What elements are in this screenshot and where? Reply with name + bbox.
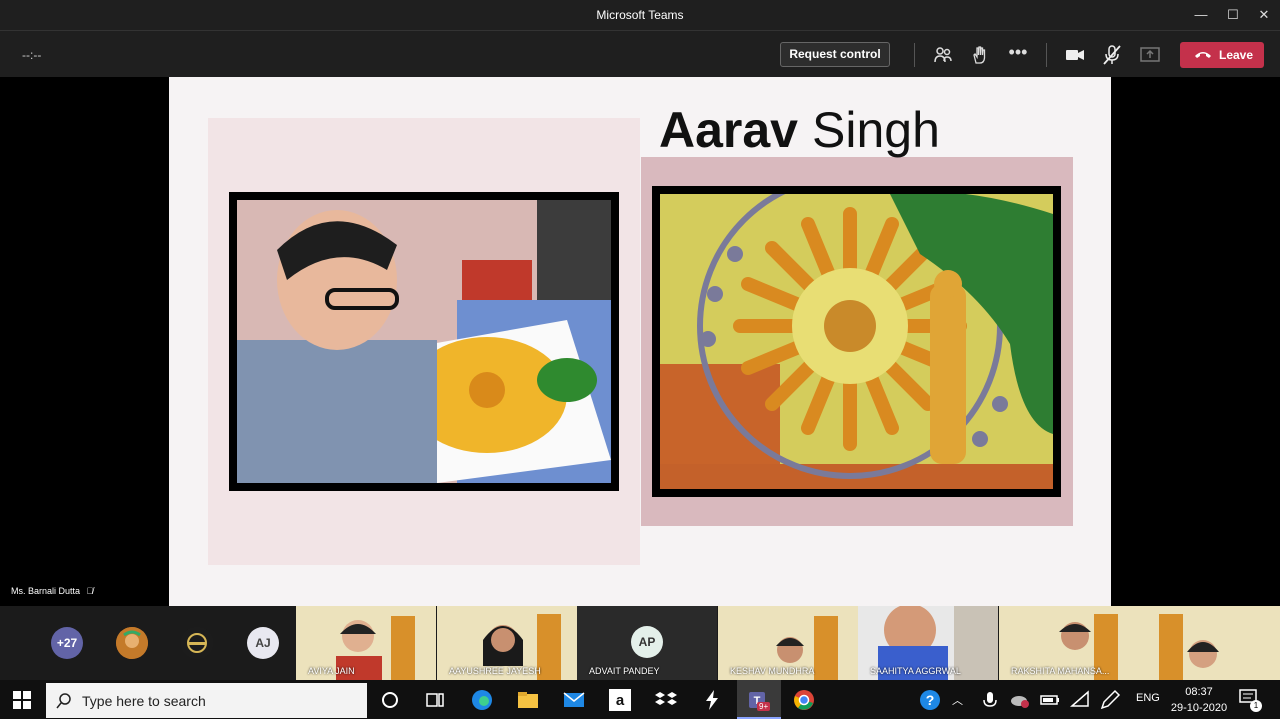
presenter-name: Ms. Barnali Dutta <box>11 586 81 596</box>
participant-name: AAYUSHREE JAYESH <box>449 666 541 676</box>
file-explorer-icon[interactable] <box>516 688 540 712</box>
search-icon <box>56 693 71 709</box>
search-placeholder: Type here to search <box>82 693 206 709</box>
window-title: Microsoft Teams <box>596 8 684 22</box>
task-view-icon[interactable] <box>423 688 447 712</box>
divider <box>1046 43 1047 67</box>
participant-avatar-photo[interactable] <box>181 627 213 659</box>
logo-avatar-image <box>181 627 213 659</box>
request-control-button[interactable]: Request control <box>780 42 890 67</box>
mic-muted-icon: 🎙̸ <box>86 586 94 596</box>
share-screen-icon[interactable] <box>1138 43 1162 67</box>
teams-notification-badge: 9+ <box>757 702 771 711</box>
leave-label: Leave <box>1219 48 1254 62</box>
participant-avatar-initials: AP <box>631 626 663 658</box>
divider <box>914 43 915 67</box>
presenter-label: Ms. Barnali Dutta 🎙̸ <box>11 586 93 596</box>
participant-name: ADVAIT PANDEY <box>589 666 660 676</box>
clock-date: 29-10-2020 <box>1170 702 1228 714</box>
help-icon[interactable]: ? <box>918 688 942 712</box>
taskbar-search-box[interactable]: Type here to search <box>46 683 367 718</box>
maximize-icon[interactable]: ☐ <box>1221 4 1245 26</box>
participants-icon[interactable] <box>931 43 955 67</box>
participant-avatar-photo[interactable] <box>116 627 148 659</box>
microphone-icon[interactable] <box>978 688 1002 712</box>
student-photo <box>229 192 619 491</box>
ashoka-chakra-painting-image <box>660 173 1053 489</box>
participant-video-tile[interactable]: AVIYA JAIN <box>296 606 436 680</box>
close-icon[interactable]: ✕ <box>1252 4 1276 26</box>
edge-browser-icon[interactable] <box>470 688 494 712</box>
meeting-timer: --:-- <box>22 48 42 62</box>
participant-video-tile[interactable]: RAKSHITA MAHANSA... <box>999 606 1280 680</box>
microphone-muted-icon[interactable] <box>1100 43 1124 67</box>
more-options-icon[interactable]: ••• <box>1006 43 1030 67</box>
wifi-icon[interactable] <box>1068 688 1092 712</box>
participant-avatar-initials[interactable]: AJ <box>247 627 279 659</box>
battery-icon[interactable] <box>1038 688 1062 712</box>
taskbar-clock[interactable]: 08:37 29-10-2020 <box>1168 684 1230 716</box>
participant-strip: +27 AJ AVIYA JAIN AAYUSHREE JAYESH AP AD… <box>0 606 1280 680</box>
student-first-name: Aarav <box>659 102 798 158</box>
slide-title: Aarav Singh <box>659 101 940 159</box>
participant-video-tile[interactable]: KESHAV MUNDHRA <box>718 606 858 680</box>
windows-taskbar: Type here to search a T 9+ ? ︿ ENG 08:37… <box>0 680 1280 719</box>
raise-hand-icon[interactable] <box>968 43 992 67</box>
chrome-icon[interactable] <box>792 688 816 712</box>
pen-icon[interactable] <box>1098 688 1122 712</box>
participant-video-tile[interactable]: SAAHITYA AGGRWAL <box>858 606 998 680</box>
action-center-button[interactable]: 1 <box>1238 688 1262 712</box>
participant-video-tile[interactable]: AAYUSHREE JAYESH <box>437 606 577 680</box>
amazon-icon[interactable]: a <box>608 688 632 712</box>
more-participants-badge[interactable]: +27 <box>51 627 83 659</box>
notification-count-badge: 1 <box>1250 700 1262 712</box>
participant-video-tile[interactable]: AP ADVAIT PANDEY <box>577 606 717 680</box>
app-icon[interactable] <box>700 688 724 712</box>
leave-button[interactable]: Leave <box>1180 42 1264 68</box>
meeting-toolbar: --:-- Request control ••• Leave <box>0 30 1280 77</box>
onedrive-error-icon[interactable] <box>1008 688 1032 712</box>
participant-name: AVIYA JAIN <box>308 666 355 676</box>
artwork-photo <box>652 173 1061 497</box>
shared-slide: Aarav Singh <box>169 77 1111 606</box>
svg-text:?: ? <box>926 692 935 708</box>
student-painting-image <box>237 200 611 483</box>
show-hidden-icons-icon[interactable]: ︿ <box>952 692 963 708</box>
participant-name: KESHAV MUNDHRA <box>730 666 815 676</box>
camera-icon[interactable] <box>1063 43 1087 67</box>
shared-content-stage: Aarav Singh Ms. Barnali Dutta 🎙̸ <box>0 77 1280 606</box>
clock-time: 08:37 <box>1185 686 1213 698</box>
participant-name: SAAHITYA AGGRWAL <box>870 666 961 676</box>
cortana-icon[interactable] <box>378 688 402 712</box>
minimize-icon[interactable]: — <box>1189 4 1213 26</box>
participant-name: RAKSHITA MAHANSA... <box>1011 666 1110 676</box>
student-last-name: Singh <box>812 102 940 158</box>
hang-up-icon <box>1195 52 1211 58</box>
svg-text:a: a <box>616 692 625 709</box>
mail-icon[interactable] <box>562 688 586 712</box>
teams-taskbar-button[interactable]: T 9+ <box>737 680 781 719</box>
input-language[interactable]: ENG <box>1136 692 1160 704</box>
krishna-avatar-image <box>116 627 148 659</box>
windows-start-icon[interactable] <box>13 691 31 709</box>
title-bar: Microsoft Teams — ☐ ✕ <box>0 0 1280 30</box>
dropbox-icon[interactable] <box>654 688 678 712</box>
